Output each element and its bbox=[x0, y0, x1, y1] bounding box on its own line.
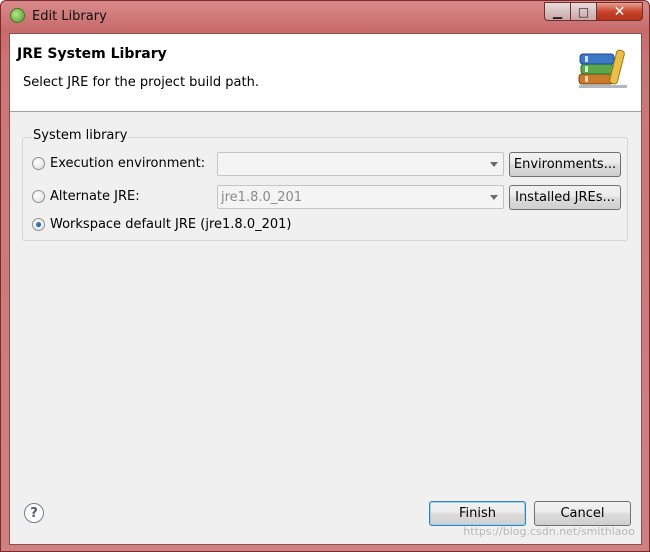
window-title: Edit Library bbox=[32, 9, 107, 24]
workspace-default-radio[interactable] bbox=[32, 217, 45, 231]
minimize-button[interactable]: ▁ bbox=[544, 2, 571, 21]
window-controls: ▁ □ ✕ bbox=[544, 2, 643, 22]
spring-app-icon bbox=[10, 8, 25, 23]
wizard-header: JRE System Library Select JRE for the pr… bbox=[10, 34, 641, 112]
execution-environment-radio[interactable] bbox=[32, 156, 45, 170]
chevron-down-icon bbox=[490, 195, 498, 200]
chevron-down-icon bbox=[490, 162, 498, 167]
edit-library-dialog: Edit Library ▁ □ ✕ JRE System Library Se… bbox=[0, 0, 650, 552]
workspace-default-label: Workspace default JRE (jre1.8.0_201) bbox=[50, 216, 292, 232]
alternate-jre-value: jre1.8.0_201 bbox=[221, 190, 303, 205]
library-books-icon bbox=[578, 49, 627, 88]
alternate-jre-radio[interactable] bbox=[32, 189, 45, 203]
maximize-button[interactable]: □ bbox=[571, 2, 597, 21]
execution-environment-combo[interactable] bbox=[217, 152, 504, 176]
dialog-client-area: JRE System Library Select JRE for the pr… bbox=[9, 33, 642, 545]
page-description: Select JRE for the project build path. bbox=[23, 75, 259, 90]
help-icon[interactable]: ? bbox=[24, 503, 44, 523]
system-library-group-label: System library bbox=[32, 128, 129, 143]
cancel-button[interactable]: Cancel bbox=[534, 501, 631, 526]
alternate-jre-combo[interactable]: jre1.8.0_201 bbox=[217, 185, 504, 209]
close-button[interactable]: ✕ bbox=[597, 2, 643, 21]
alternate-jre-label: Alternate JRE: bbox=[50, 188, 140, 204]
title-bar[interactable]: Edit Library ▁ □ ✕ bbox=[1, 1, 649, 33]
page-title: JRE System Library bbox=[17, 46, 167, 62]
finish-button[interactable]: Finish bbox=[429, 501, 526, 526]
watermark-text: https://blog.csdn.net/smithlaoo bbox=[463, 525, 635, 538]
execution-environment-label: Execution environment: bbox=[50, 155, 206, 171]
workspace-default-option[interactable]: Workspace default JRE (jre1.8.0_201) bbox=[32, 214, 291, 234]
environments-button[interactable]: Environments... bbox=[509, 152, 621, 177]
execution-environment-option[interactable]: Execution environment: bbox=[32, 153, 205, 173]
installed-jres-button[interactable]: Installed JREs... bbox=[509, 185, 621, 210]
alternate-jre-option[interactable]: Alternate JRE: bbox=[32, 186, 140, 206]
